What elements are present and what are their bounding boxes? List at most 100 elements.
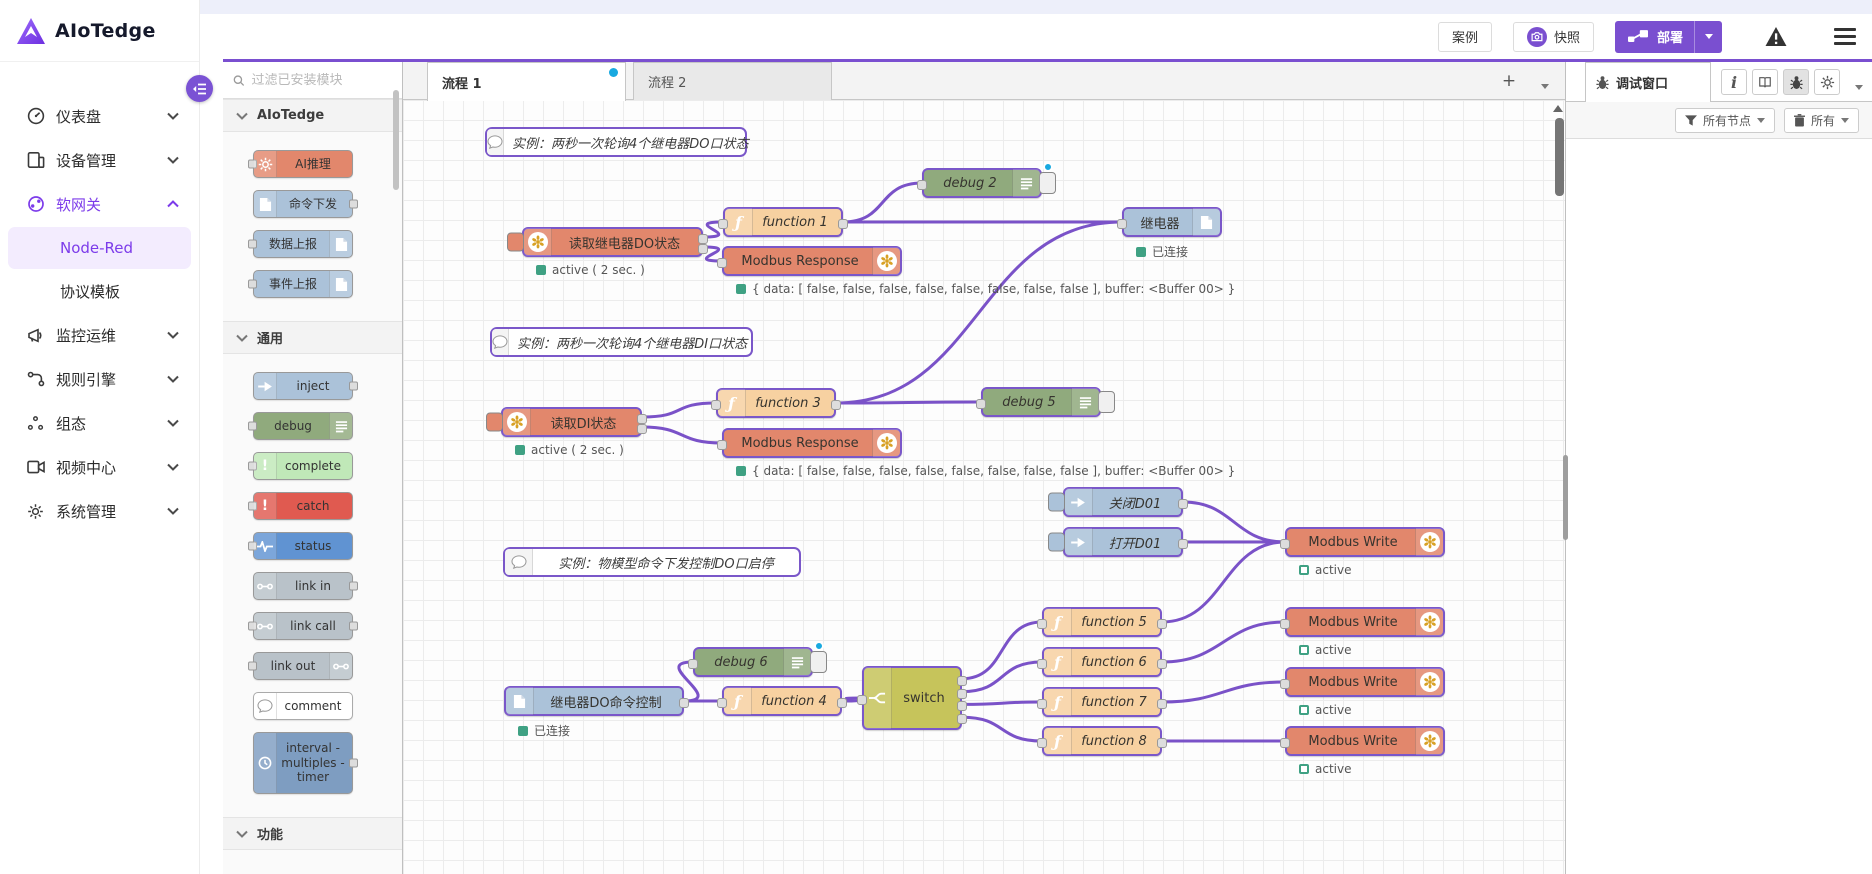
flow-node-mw3[interactable]: Modbus Write xyxy=(1285,667,1445,697)
flow-node-fn4[interactable]: ƒfunction 4 xyxy=(722,686,842,716)
warning-icon[interactable] xyxy=(1764,26,1788,47)
case-button[interactable]: 案例 xyxy=(1438,22,1492,52)
flow-node-mr2[interactable]: Modbus Response xyxy=(722,428,902,458)
input-port[interactable] xyxy=(711,400,721,410)
input-port[interactable] xyxy=(718,219,728,229)
deploy-options-caret[interactable] xyxy=(1694,21,1722,53)
palette-node-link-in[interactable]: link in xyxy=(253,572,353,600)
input-port[interactable] xyxy=(688,659,698,669)
flow-node-closeD01[interactable]: 关闭D01 xyxy=(1063,487,1183,517)
sidebar-collapse-button[interactable] xyxy=(186,75,213,102)
input-port[interactable] xyxy=(1280,679,1290,689)
input-port[interactable] xyxy=(1280,738,1290,748)
flow-list-caret[interactable] xyxy=(1541,74,1549,93)
palette-node-comment[interactable]: comment xyxy=(253,692,353,720)
input-port[interactable] xyxy=(1117,219,1127,229)
wire-readDI-to-mr2[interactable] xyxy=(642,427,722,443)
flow-node-debug6[interactable]: debug 6 xyxy=(693,647,813,677)
output-port[interactable] xyxy=(1178,539,1188,549)
wire-readDI-to-fn3[interactable] xyxy=(642,403,716,417)
palette-node-事件上报[interactable]: 事件上报 xyxy=(253,270,353,298)
node-trigger-button[interactable] xyxy=(507,233,524,252)
input-port[interactable] xyxy=(1037,619,1047,629)
flow-node-cmd[interactable]: 继电器DO命令控制 xyxy=(504,686,684,716)
debug-toggle-button[interactable] xyxy=(1098,391,1115,413)
flow-node-readDI[interactable]: 读取DI状态 xyxy=(501,407,642,437)
debug-toggle-button[interactable] xyxy=(810,651,827,673)
sidebar-item-video[interactable]: 视频中心 xyxy=(0,445,199,489)
comment-node[interactable]: 实例：两秒一次轮询4个继电器DI口状态 xyxy=(490,327,753,357)
node-trigger-button[interactable] xyxy=(486,413,503,432)
debug-toggle-button[interactable] xyxy=(1039,172,1056,194)
flow-node-fn6[interactable]: ƒfunction 6 xyxy=(1042,647,1162,677)
output-port[interactable] xyxy=(957,676,967,686)
input-port[interactable] xyxy=(1037,699,1047,709)
output-port[interactable] xyxy=(957,701,967,711)
flow-node-fn5[interactable]: ƒfunction 5 xyxy=(1042,607,1162,637)
deploy-button[interactable]: 部署 xyxy=(1615,21,1722,53)
sidebar-item-config[interactable]: 组态 xyxy=(0,401,199,445)
palette-category-通用[interactable]: 通用 xyxy=(223,321,402,354)
flow-node-mw2[interactable]: Modbus Write xyxy=(1285,607,1445,637)
flow-node-mw1[interactable]: Modbus Write xyxy=(1285,527,1445,557)
input-port[interactable] xyxy=(717,698,727,708)
hamburger-menu-icon[interactable] xyxy=(1834,28,1856,45)
flow-node-readDO[interactable]: 读取继电器DO状态 xyxy=(522,227,703,257)
input-port[interactable] xyxy=(857,695,867,705)
sidebar-item-devices[interactable]: 设备管理 xyxy=(0,138,199,182)
palette-node-interval---multiples---timer[interactable]: interval - multiples - timer xyxy=(253,732,353,794)
palette-category-功能[interactable]: 功能 xyxy=(223,817,402,850)
palette-search[interactable] xyxy=(223,62,402,99)
palette-node-inject[interactable]: inject xyxy=(253,372,353,400)
output-port[interactable] xyxy=(957,714,967,724)
flow-node-fn8[interactable]: ƒfunction 8 xyxy=(1042,726,1162,756)
wire-switch-to-fn8[interactable] xyxy=(962,717,1042,741)
sidebar-subitem-协议模板[interactable]: 协议模板 xyxy=(8,270,191,312)
node-trigger-button[interactable] xyxy=(1048,533,1065,552)
help-tab-button[interactable] xyxy=(1752,69,1778,95)
comment-node[interactable]: 实例：物模型命令下发控制DO口启停 xyxy=(503,547,801,577)
palette-category-AIoTedge[interactable]: AIoTedge xyxy=(223,99,402,132)
output-port[interactable] xyxy=(957,689,967,699)
flow-node-relay[interactable]: 继电器 xyxy=(1122,207,1222,237)
flow-node-fn7[interactable]: ƒfunction 7 xyxy=(1042,687,1162,717)
output-port[interactable] xyxy=(698,244,708,254)
output-port[interactable] xyxy=(831,400,841,410)
flow-node-debug2[interactable]: debug 2 xyxy=(922,168,1042,198)
wire-closeD01-to-mw1[interactable] xyxy=(1183,502,1285,542)
flow-node-mr1[interactable]: Modbus Response xyxy=(722,246,902,276)
input-port[interactable] xyxy=(1280,539,1290,549)
output-port[interactable] xyxy=(1157,699,1167,709)
output-port[interactable] xyxy=(637,414,647,424)
flow-node-debug5[interactable]: debug 5 xyxy=(981,387,1101,417)
sidebar-item-monitor[interactable]: 监控运维 xyxy=(0,313,199,357)
input-port[interactable] xyxy=(717,440,727,450)
info-tab-button[interactable]: i xyxy=(1721,69,1747,95)
flow-node-fn1[interactable]: ƒfunction 1 xyxy=(723,207,843,237)
sidebar-item-gateway[interactable]: 软网关 xyxy=(0,182,199,226)
output-port[interactable] xyxy=(837,698,847,708)
sidebar-subitem-node-red[interactable]: Node-Red xyxy=(8,227,191,269)
flow-node-openD01[interactable]: 打开D01 xyxy=(1063,527,1183,557)
comment-node[interactable]: 实例：两秒一次轮询4个继电器DO口状态 xyxy=(485,127,747,157)
output-port[interactable] xyxy=(1157,619,1167,629)
flow-node-switch[interactable]: switch xyxy=(862,666,962,730)
add-flow-button[interactable]: + xyxy=(1499,71,1519,91)
palette-node-AI推理[interactable]: AI推理 xyxy=(253,150,353,178)
output-port[interactable] xyxy=(1178,499,1188,509)
input-port[interactable] xyxy=(917,180,927,190)
palette-node-数据上报[interactable]: 数据上报 xyxy=(253,230,353,258)
output-port[interactable] xyxy=(838,219,848,229)
palette-node-link-out[interactable]: link out xyxy=(253,652,353,680)
settings-tab-button[interactable] xyxy=(1814,69,1840,95)
filter-nodes-button[interactable]: 所有节点 xyxy=(1675,108,1775,133)
sidebar-item-rules[interactable]: 规则引擎 xyxy=(0,357,199,401)
output-port[interactable] xyxy=(698,234,708,244)
editor-scrollbar[interactable] xyxy=(1563,455,1568,540)
palette-node-complete[interactable]: !complete xyxy=(253,452,353,480)
palette-node-debug[interactable]: debug xyxy=(253,412,353,440)
palette-search-input[interactable] xyxy=(251,73,392,88)
input-port[interactable] xyxy=(1037,738,1047,748)
wire-fn1-to-debug2[interactable] xyxy=(843,183,922,222)
output-port[interactable] xyxy=(1157,659,1167,669)
